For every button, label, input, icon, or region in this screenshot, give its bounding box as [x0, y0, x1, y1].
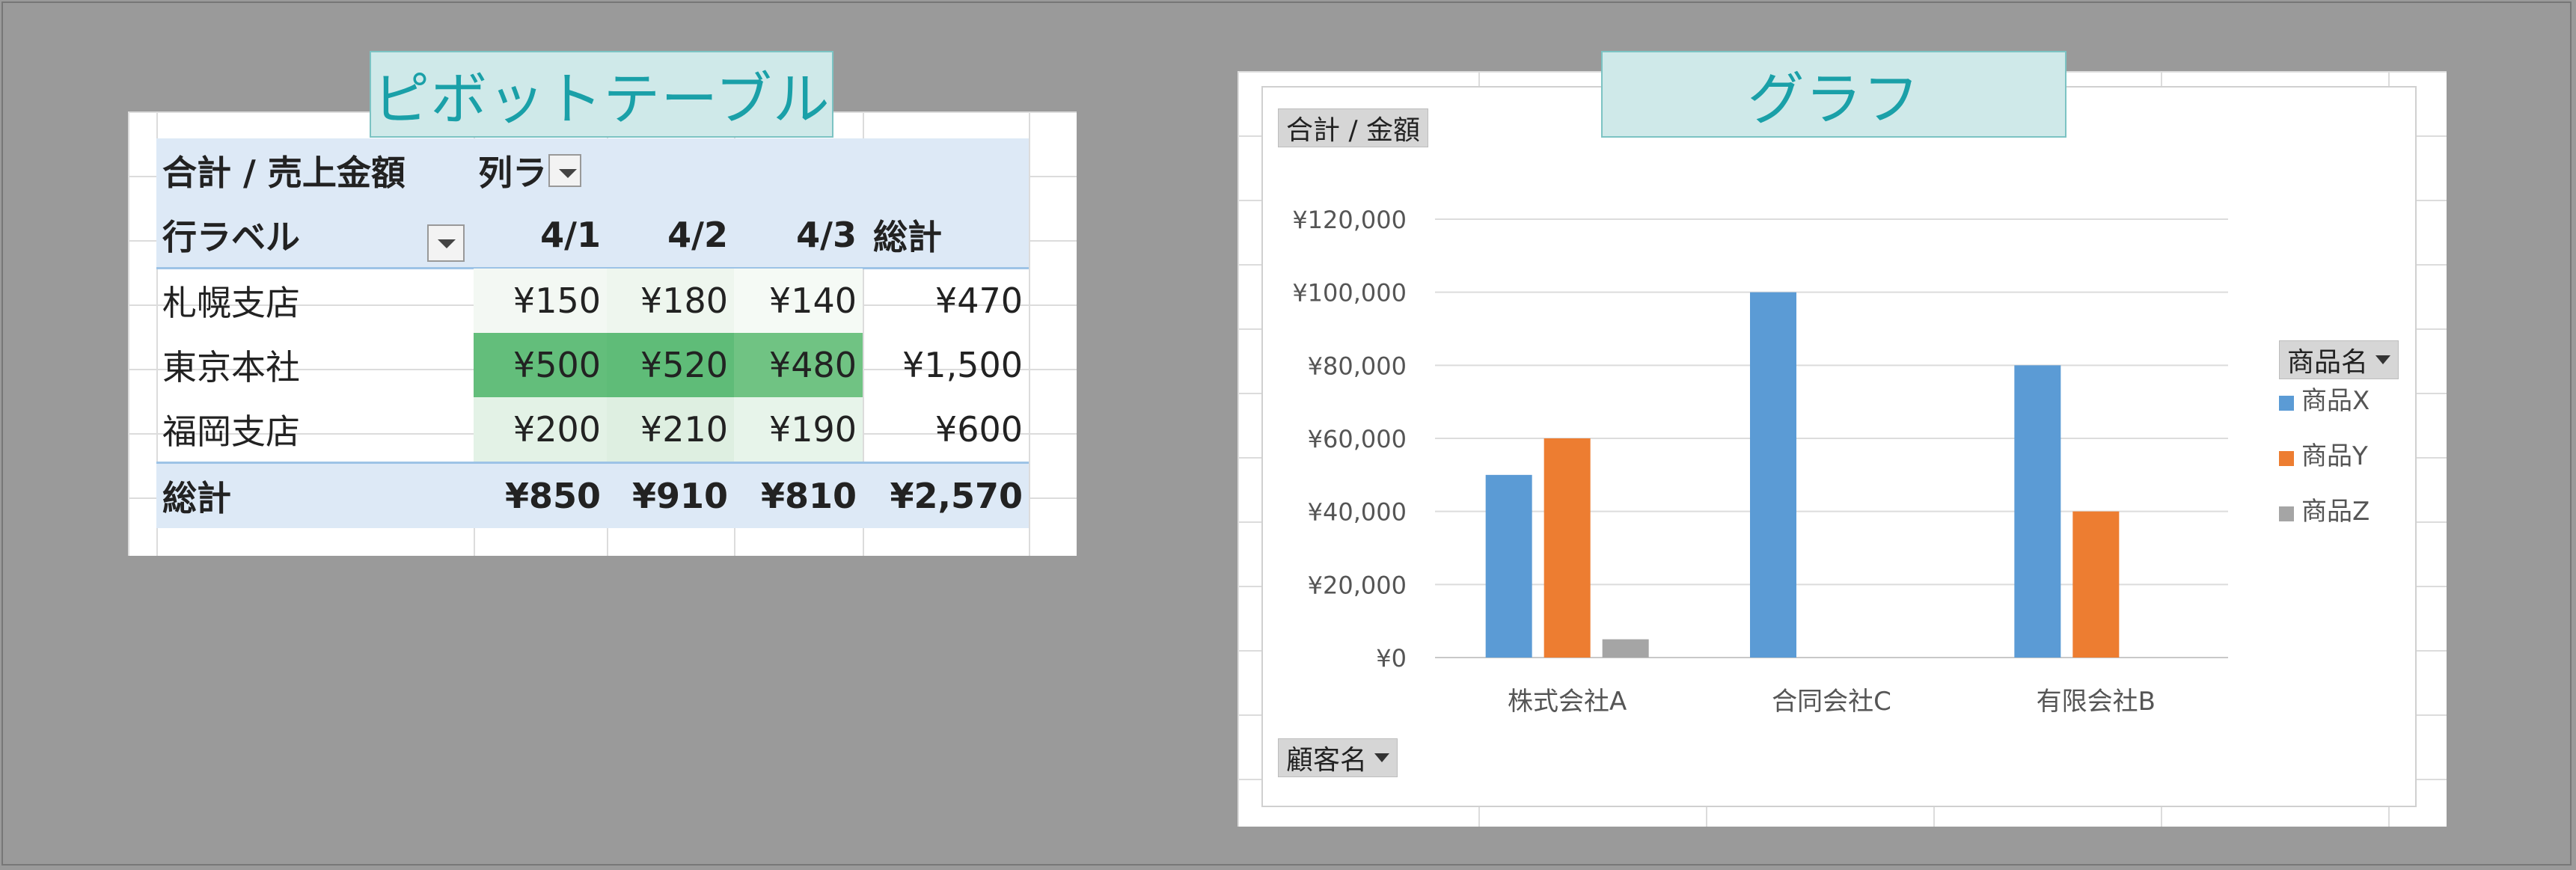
table-row: 福岡支店 ¥200 ¥210 ¥190 ¥600: [156, 397, 1029, 462]
grand-total-cell[interactable]: ¥2,570: [863, 464, 1029, 528]
bar-商品Z-株式会社A: [1602, 639, 1649, 658]
axis-field-label: 顧客名: [1286, 745, 1368, 776]
column-header-grand-total[interactable]: 総計: [863, 203, 1029, 267]
legend-swatch: [2279, 396, 2294, 411]
y-tick-label: ¥0: [1376, 644, 1407, 673]
y-tick-label: ¥40,000: [1308, 498, 1407, 527]
legend-swatch: [2279, 506, 2294, 521]
y-tick-label: ¥80,000: [1308, 352, 1407, 380]
pivot-chart[interactable]: 合計 / 金額 ¥0 ¥20,000 ¥40,000 ¥60,000 ¥80,000 ¥1…: [1261, 86, 2417, 807]
row-label-tokyo[interactable]: 東京本社: [156, 333, 474, 397]
x-tick-label: 有限会社B: [2037, 687, 2156, 717]
x-tick-label: 合同会社C: [1772, 687, 1891, 717]
value-cell[interactable]: ¥480: [734, 333, 863, 397]
y-tick-label: ¥120,000: [1292, 206, 1407, 234]
grand-total-row: 総計 ¥850 ¥910 ¥810 ¥2,570: [156, 462, 1029, 528]
row-total-cell[interactable]: ¥600: [863, 397, 1029, 462]
legend-dropdown-icon: [2375, 355, 2391, 364]
legend-entry: 商品X: [2301, 386, 2370, 416]
chart-plot: ¥0 ¥20,000 ¥40,000 ¥60,000 ¥80,000 ¥100,000 ¥1…: [1292, 206, 2370, 717]
column-header-4-3[interactable]: 4/3: [734, 203, 863, 267]
row-total-cell[interactable]: ¥470: [863, 269, 1029, 333]
pivot-table-callout: ピボットテーブル: [370, 51, 833, 138]
total-cell[interactable]: ¥850: [474, 464, 607, 528]
y-tick-label: ¥60,000: [1308, 425, 1407, 453]
column-labels-header[interactable]: 列ラ: [474, 138, 607, 203]
x-tick-label: 株式会社A: [1508, 687, 1627, 717]
bar-商品X-株式会社A: [1485, 474, 1532, 658]
column-header-4-2[interactable]: 4/2: [607, 203, 734, 267]
bar-商品Y-株式会社A: [1544, 438, 1591, 658]
value-cell[interactable]: ¥190: [734, 397, 863, 462]
value-cell[interactable]: ¥140: [734, 269, 863, 333]
axis-field-button[interactable]: 顧客名: [1278, 738, 1398, 777]
y-tick-label: ¥100,000: [1292, 279, 1407, 307]
row-labels-text: 行ラベル: [162, 217, 300, 257]
total-cell[interactable]: ¥910: [607, 464, 734, 528]
y-tick-label: ¥20,000: [1308, 571, 1407, 599]
bar-商品Y-有限会社B: [2072, 511, 2120, 658]
row-labels-header[interactable]: 行ラベル: [156, 203, 474, 267]
column-filter-dropdown-icon[interactable]: [548, 154, 581, 187]
chart-callout: グラフ: [1601, 51, 2066, 138]
value-cell[interactable]: ¥520: [607, 333, 734, 397]
chart-sheet: 合計 / 金額 ¥0 ¥20,000 ¥40,000 ¥60,000 ¥80,000 ¥1…: [1237, 71, 2447, 827]
column-header-4-1[interactable]: 4/1: [474, 203, 607, 267]
value-cell[interactable]: ¥200: [474, 397, 607, 462]
value-cell[interactable]: ¥180: [607, 269, 734, 333]
legend-entry: 商品Y: [2301, 441, 2368, 471]
value-cell[interactable]: ¥500: [474, 333, 607, 397]
value-cell[interactable]: ¥210: [607, 397, 734, 462]
legend-field-label: 商品名: [2287, 347, 2369, 378]
value-cell[interactable]: ¥150: [474, 269, 607, 333]
grid-column-line: [1029, 111, 1030, 556]
axis-dropdown-icon: [1374, 753, 1390, 762]
bar-商品X-合同会社C: [1750, 292, 1796, 658]
legend-field-button[interactable]: 商品名: [2279, 340, 2399, 379]
row-label-sapporo[interactable]: 札幌支店: [156, 269, 474, 333]
pivot-sheet: 合計 / 売上金額 列ラ 行ラベル 4/1 4/2 4/3 総計 札幌支店 ¥1…: [128, 111, 1077, 556]
row-filter-dropdown-icon[interactable]: [427, 224, 465, 262]
table-row: 東京本社 ¥500 ¥520 ¥480 ¥1,500: [156, 333, 1029, 397]
pivot-columns-row: 行ラベル 4/1 4/2 4/3 総計: [156, 203, 1029, 269]
bar-商品X-有限会社B: [2014, 365, 2061, 658]
pivot-header-row: 合計 / 売上金額 列ラ: [156, 138, 1029, 203]
column-labels-text: 列ラ: [478, 153, 547, 193]
table-row: 札幌支店 ¥150 ¥180 ¥140 ¥470: [156, 269, 1029, 333]
row-total-cell[interactable]: ¥1,500: [863, 333, 1029, 397]
row-label-fukuoka[interactable]: 福岡支店: [156, 397, 474, 462]
legend-swatch: [2279, 451, 2294, 466]
grand-total-label[interactable]: 総計: [156, 464, 474, 528]
total-cell[interactable]: ¥810: [734, 464, 863, 528]
legend-entry: 商品Z: [2301, 497, 2370, 527]
value-field-label[interactable]: 合計 / 売上金額: [156, 138, 474, 203]
